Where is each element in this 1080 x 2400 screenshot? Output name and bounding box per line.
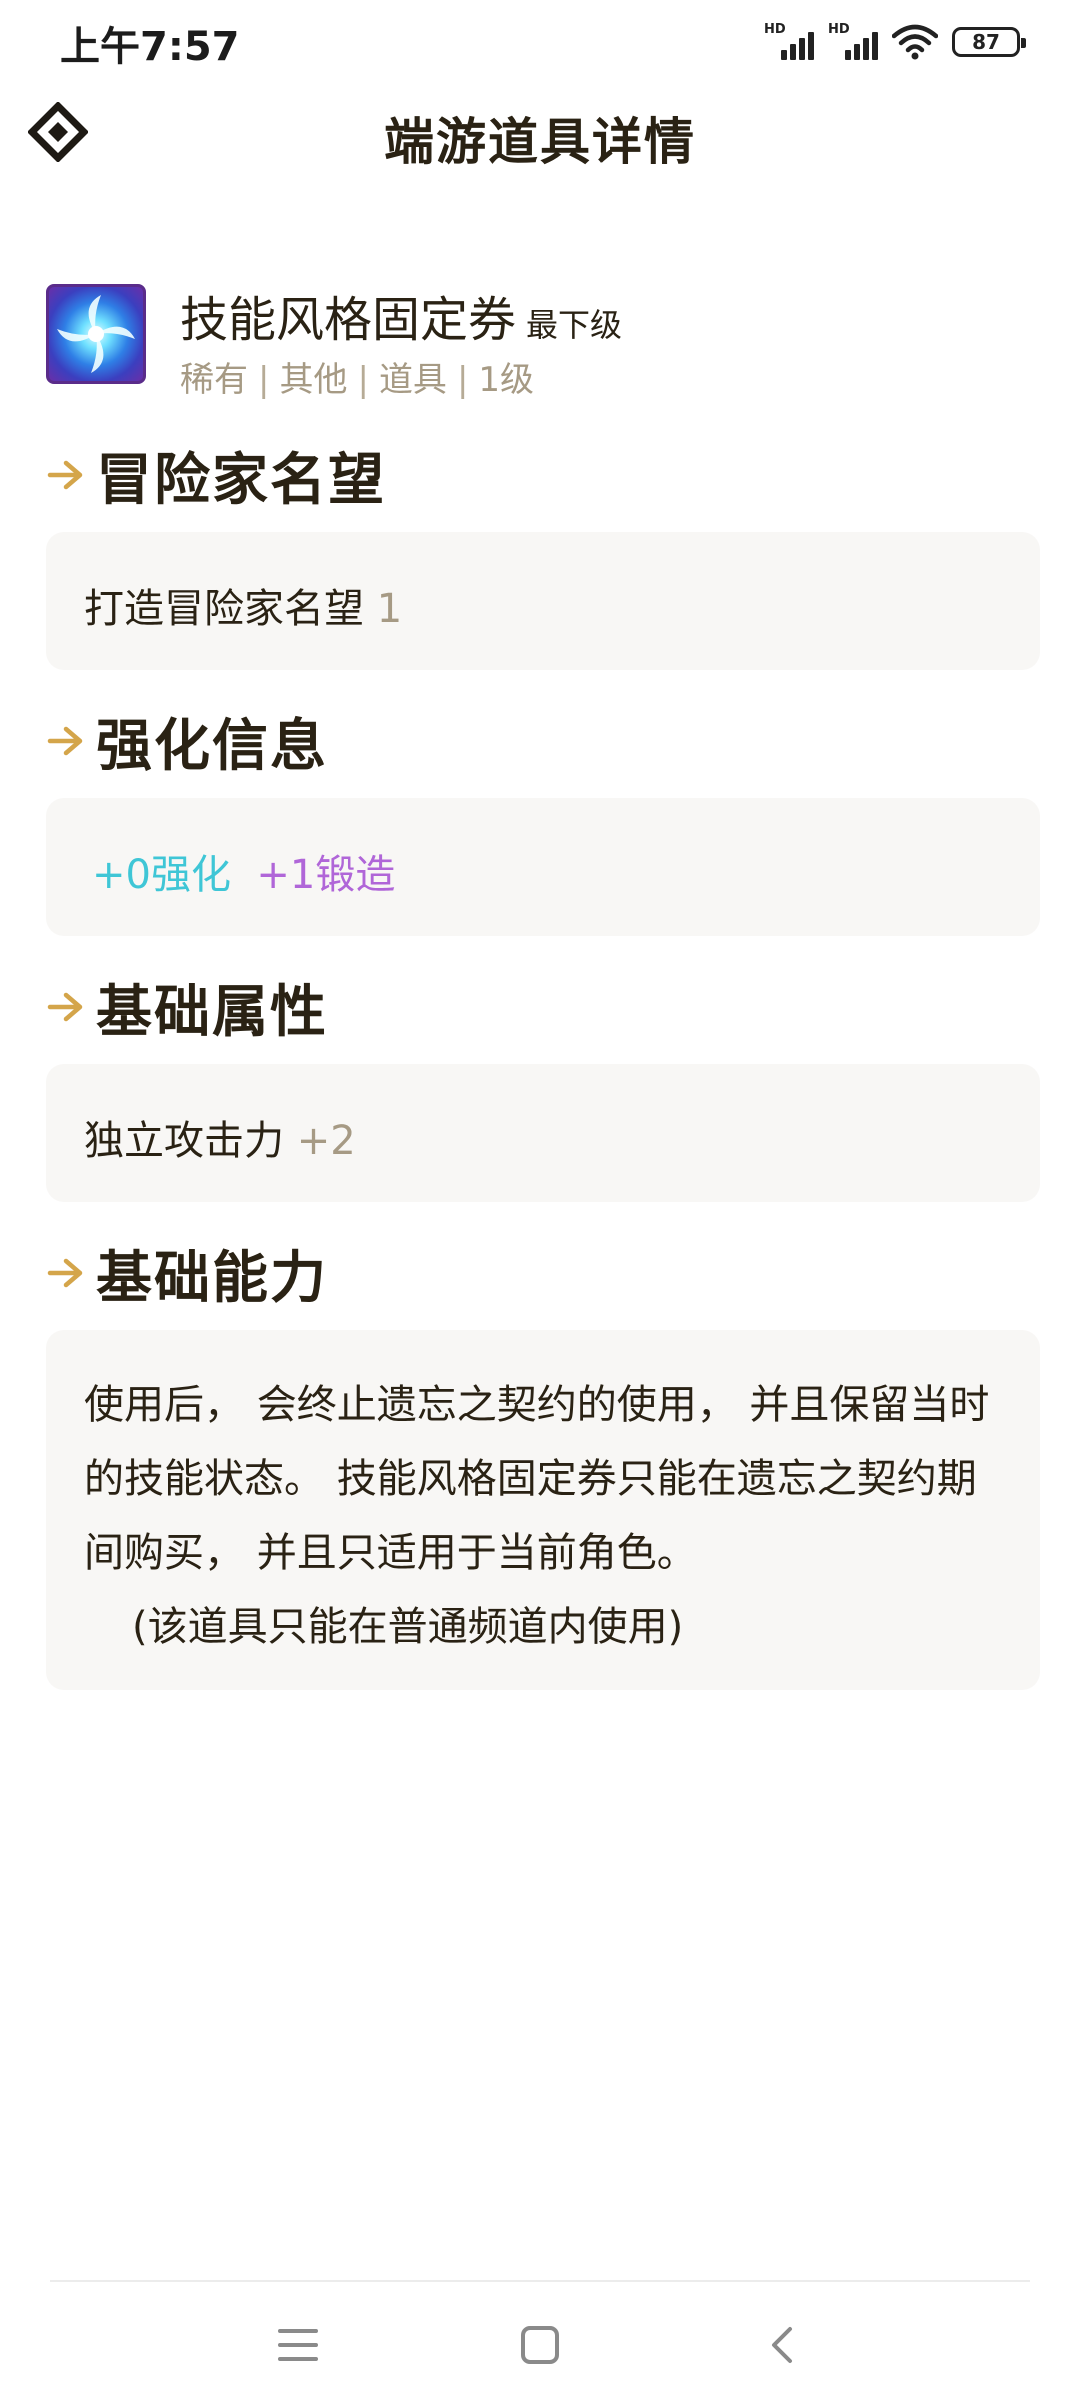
attr-label: 独立攻击力 bbox=[84, 1118, 284, 1164]
item-name-text: 技能风格固定券 bbox=[180, 292, 517, 348]
swirl-item-icon bbox=[46, 284, 146, 384]
battery-icon: 87 bbox=[952, 27, 1026, 57]
section-title-text: 冒险家名望 bbox=[96, 447, 386, 513]
item-info: 技能风格固定券 最下级 稀有 | 其他 | 道具 | 1级 bbox=[46, 280, 1036, 400]
home-icon[interactable] bbox=[500, 2310, 580, 2380]
arrow-icon bbox=[47, 460, 83, 490]
status-bar: 上午7:57 HD HD 87 bbox=[0, 0, 1080, 84]
item-name: 技能风格固定券 最下级 bbox=[180, 280, 622, 350]
base-attr-line: 独立攻击力 +2 bbox=[84, 1108, 356, 1166]
item-meta: 稀有 | 其他 | 道具 | 1级 bbox=[180, 352, 534, 401]
status-icons: HD HD 87 bbox=[764, 18, 1026, 66]
nav-divider bbox=[50, 2280, 1030, 2282]
arrow-icon bbox=[47, 1258, 83, 1288]
page-title: 端游道具详情 bbox=[384, 113, 696, 171]
meta-separator: | bbox=[258, 360, 270, 400]
back-icon[interactable] bbox=[742, 2310, 822, 2380]
item-tier: 最下级 bbox=[526, 306, 623, 344]
base-ability-card: 使用后， 会终止遗忘之契约的使用， 并且保留当时的技能状态。 技能风格固定券只能… bbox=[46, 1330, 1040, 1690]
meta-separator: | bbox=[456, 360, 469, 400]
attr-value: +2 bbox=[296, 1118, 356, 1164]
enhance-card: +0强化 +1锻造 bbox=[46, 798, 1040, 936]
wifi-icon bbox=[892, 24, 938, 60]
ability-description: 使用后， 会终止遗忘之契约的使用， 并且保留当时的技能状态。 技能风格固定券只能… bbox=[84, 1368, 1004, 1664]
status-time: 上午7:57 bbox=[60, 24, 240, 70]
section-base-ability-title: 基础能力 bbox=[46, 1238, 328, 1311]
enhance-line: +0强化 +1锻造 bbox=[92, 842, 395, 900]
meta-separator: | bbox=[357, 360, 369, 400]
app-header: 端游道具详情 bbox=[0, 90, 1080, 180]
section-reputation-title: 冒险家名望 bbox=[46, 440, 386, 513]
section-title-text: 基础能力 bbox=[96, 1245, 328, 1311]
section-title-text: 强化信息 bbox=[96, 713, 328, 779]
reputation-line: 打造冒险家名望 1 bbox=[84, 576, 402, 634]
item-rarity: 稀有 bbox=[180, 360, 248, 400]
item-category: 其他 bbox=[279, 360, 348, 400]
system-nav-bar bbox=[0, 2290, 1080, 2400]
forge-level: +1锻造 bbox=[256, 852, 396, 898]
signal-icon: HD bbox=[764, 20, 814, 64]
reputation-card: 打造冒险家名望 1 bbox=[46, 532, 1040, 670]
base-attr-card: 独立攻击力 +2 bbox=[46, 1064, 1040, 1202]
ability-note: (该道具只能在普通频道内使用) bbox=[132, 1604, 684, 1650]
menu-icon[interactable] bbox=[258, 2310, 338, 2380]
item-type: 道具 bbox=[378, 360, 447, 400]
section-title-text: 基础属性 bbox=[96, 979, 328, 1045]
section-enhance-title: 强化信息 bbox=[46, 706, 328, 779]
signal-icon: HD bbox=[828, 20, 878, 64]
arrow-icon bbox=[47, 992, 83, 1022]
reputation-value: 1 bbox=[376, 586, 403, 632]
item-level: 1级 bbox=[478, 360, 535, 400]
item-detail-page: 上午7:57 HD HD 87 端游道具详情 技能风格固定券 最下级 稀有 | … bbox=[0, 0, 1080, 2400]
arrow-icon bbox=[47, 726, 83, 756]
reputation-label: 打造冒险家名望 bbox=[84, 586, 364, 632]
reinforce-level: +0强化 bbox=[92, 852, 231, 898]
ability-text: 使用后， 会终止遗忘之契约的使用， 并且保留当时的技能状态。 技能风格固定券只能… bbox=[84, 1382, 990, 1576]
section-base-attr-title: 基础属性 bbox=[46, 972, 328, 1045]
